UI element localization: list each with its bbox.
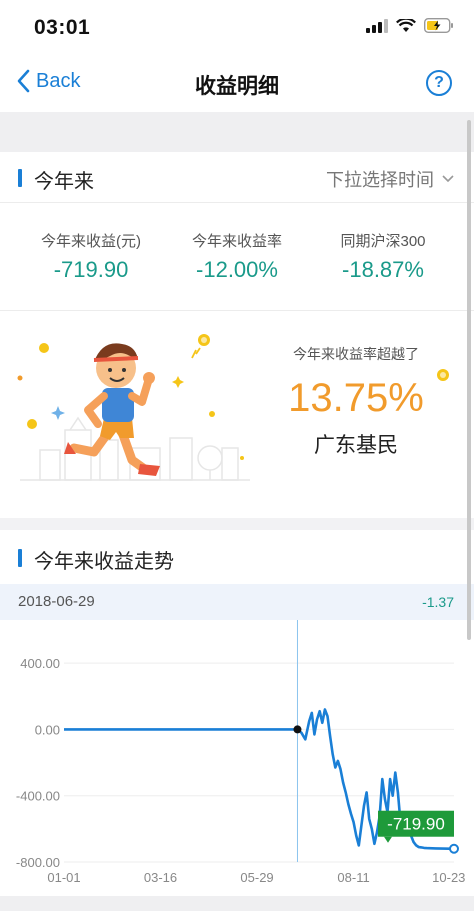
runner-illustration	[17, 334, 250, 481]
stat-value: -18.87%	[342, 257, 424, 282]
stats-divider	[0, 310, 474, 311]
help-icon: ?	[434, 74, 444, 91]
x-tick-label: 08-11	[337, 870, 369, 885]
x-tick-label: 01-01	[47, 870, 80, 885]
beat-name: 广东基民	[314, 434, 398, 457]
bottom-spacer	[0, 896, 474, 911]
top-spacer	[0, 112, 474, 152]
stat-value: -719.90	[53, 257, 129, 282]
section-marker	[18, 549, 22, 567]
stat-label: 同期沪深300	[340, 233, 426, 250]
stat-label: 今年来收益(元)	[41, 233, 141, 250]
status-icons	[366, 18, 454, 33]
y-tick-label: -400.00	[16, 789, 60, 804]
period-select[interactable]: 下拉选择时间	[326, 166, 454, 192]
chevron-down-icon	[442, 175, 454, 183]
stat-value: -12.00%	[196, 257, 278, 282]
selected-date: 2018-06-29	[18, 593, 95, 610]
trend-header: 今年来收益走势	[0, 532, 474, 582]
summary-divider	[0, 202, 474, 203]
stat-label: 今年来收益率	[191, 233, 282, 250]
y-tick-label: 400.00	[20, 656, 60, 671]
trend-chart[interactable]: 400.00 0.00 -400.00 -800.0001-01 03-16 05-29 0…	[0, 620, 474, 896]
status-time: 03:01	[34, 16, 91, 39]
stat-hs300: 同期沪深300 -18.87%	[304, 230, 462, 283]
help-button[interactable]: ?	[426, 70, 452, 96]
battery-icon	[424, 18, 453, 33]
selected-point-row: 2018-06-29 -1.37	[0, 584, 474, 620]
stat-ytd-return: 今年来收益率 -12.00%	[158, 230, 316, 283]
y-tick-label: 0.00	[35, 722, 60, 737]
scrollbar[interactable]	[467, 120, 471, 640]
section-marker	[18, 169, 22, 187]
latest-tooltip-pointer	[384, 836, 392, 843]
page-title: 收益明细	[195, 75, 279, 98]
signal-icon	[366, 18, 388, 33]
x-tick-label: 03-16	[144, 870, 177, 885]
status-bar: 03:01	[0, 0, 474, 56]
summary-title: 今年来	[34, 171, 94, 193]
x-tick-label: 05-29	[240, 870, 273, 885]
selected-value: -1.37	[422, 594, 454, 610]
latest-tooltip-text: -719.90	[387, 815, 445, 834]
beat-caption: 今年来收益率超越了	[293, 346, 419, 362]
summary-header: 今年来 下拉选择时间	[0, 152, 474, 202]
wifi-icon	[396, 18, 416, 32]
y-tick-label: -800.00	[16, 855, 60, 870]
trend-chart-area[interactable]: 400.00 0.00 -400.00 -800.00 01-01 03-16 05-29 0…	[0, 620, 474, 911]
x-tick-label: 10-23	[432, 870, 465, 885]
period-select-label: 下拉选择时间	[326, 170, 434, 190]
stat-ytd-profit: 今年来收益(元) -719.90	[12, 230, 170, 283]
selected-point	[293, 725, 302, 734]
beat-percent: 13.75%	[288, 376, 424, 420]
nav-bar: Back 收益明细 ?	[0, 56, 474, 112]
latest-point	[449, 843, 459, 854]
trend-title: 今年来收益走势	[34, 551, 174, 573]
